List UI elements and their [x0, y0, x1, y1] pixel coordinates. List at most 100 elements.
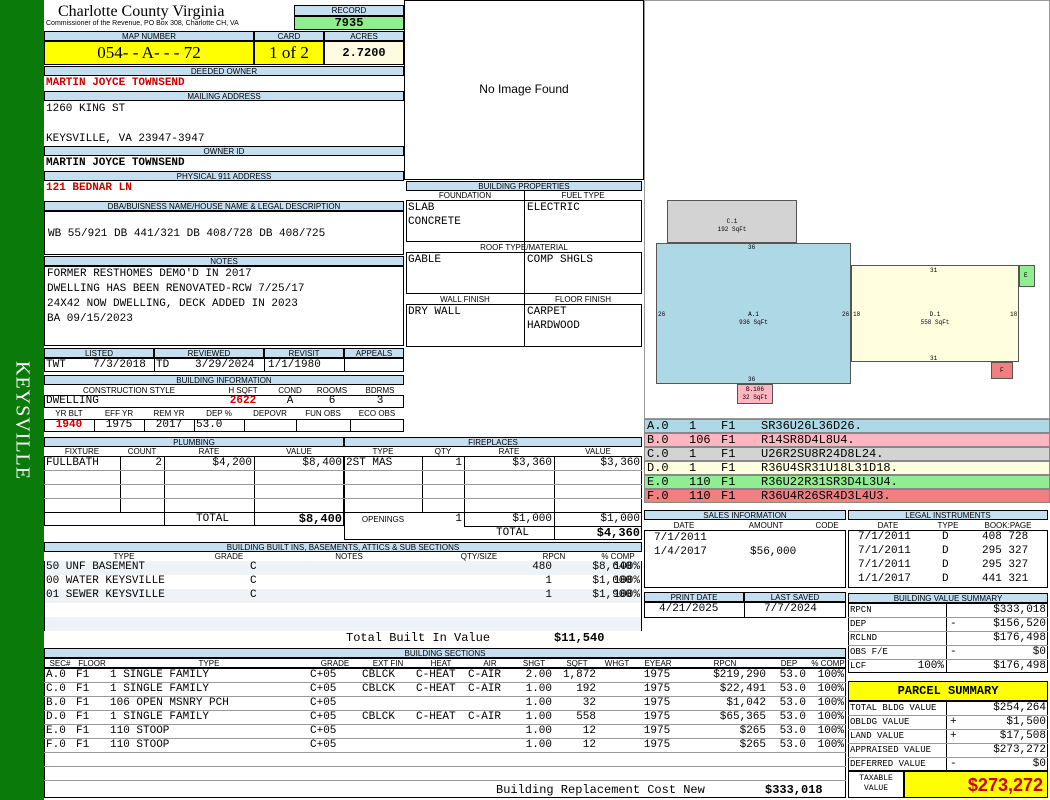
sections-col: TYPE: [198, 659, 220, 668]
bvs-dep-label: DEP: [850, 619, 867, 629]
sketch-b-area: 32 SqFt: [742, 394, 768, 401]
sketch-code-n: 106: [689, 433, 711, 447]
section-row: B.0 F1 106 OPEN MSNRY PCH C+05 1.00 32 1975 $1,…: [44, 697, 846, 711]
sections-col: AIR: [483, 659, 497, 668]
sections-col: GRADE: [320, 659, 350, 668]
listed-date: 7/3/2018: [93, 359, 146, 371]
map-label: MAP NUMBER: [44, 31, 254, 41]
style-label: CONSTRUCTION STYLE: [82, 386, 175, 395]
sketch-code-row: A.0 1 F1 SR36U26L36D26.: [644, 419, 1050, 433]
section-grade: C+05: [310, 697, 337, 709]
section-grade: C+05: [310, 711, 337, 723]
legal-bookpage: 295 327: [982, 545, 1029, 557]
sections-col: SHGT: [522, 659, 546, 668]
taxable-label-line: VALUE: [863, 784, 888, 793]
sections-total-label: Building Replacement Cost New: [496, 783, 705, 797]
card-value: 1 of 2: [254, 41, 324, 65]
fireplace-col: QTY: [434, 447, 452, 456]
foundation-value: CONCRETE: [408, 216, 461, 228]
parcel-obv-label: OBLDG VALUE: [850, 717, 910, 727]
sketch-code-f: F1: [721, 475, 736, 489]
dimension-label: 36: [748, 244, 756, 251]
sections-label: BUILDING SECTIONS: [44, 648, 846, 658]
dimension-label: 18: [853, 311, 861, 318]
reviewed-by: TD: [156, 359, 170, 371]
sketch-code-f: F1: [721, 489, 736, 503]
dimension-label: 31: [930, 267, 938, 274]
bvs-obs: $0: [1032, 646, 1046, 658]
openings-qty: 1: [455, 513, 462, 525]
legal-date: 1/1/2017: [858, 573, 911, 585]
dimension-label: 31: [930, 355, 938, 362]
legal-type: D: [942, 545, 949, 557]
sketch-code-path: R36U4R26SR4D3L4U3.: [761, 489, 891, 503]
county-title: Charlotte County Virginia: [58, 3, 225, 20]
note-line: BA 09/15/2023: [47, 313, 133, 325]
section-heat: C-HEAT: [416, 711, 456, 723]
section-heat: C-HEAT: [416, 683, 456, 695]
section-sqft: 12: [582, 725, 596, 737]
sketch-d-label: D.1: [929, 311, 941, 318]
plumbing-col: COUNT: [127, 447, 157, 456]
sections-col: FLOOR: [78, 659, 106, 668]
sketch-c-label: C.1: [726, 218, 738, 225]
section-dep: 53.0: [779, 669, 806, 681]
builtin-pct: 100%: [613, 561, 640, 573]
dimension-label: 26: [658, 311, 666, 318]
section-type: 110 STOOP: [110, 725, 170, 737]
sketch-code-f: F1: [721, 461, 736, 475]
section-eyear: 1975: [643, 711, 671, 723]
taxable-label: TAXABLE VALUE: [848, 774, 904, 794]
section-grade: C+05: [310, 669, 337, 681]
notes-label: NOTES: [44, 256, 404, 266]
sketch-code-n: 1: [689, 447, 697, 461]
hsqft-value: 2622: [229, 395, 257, 407]
section-heat: C-HEAT: [416, 669, 456, 681]
sections-col: EXT FIN: [372, 659, 404, 668]
dba-label: DBA/BUISNESS NAME/HOUSE NAME & LEGAL DES…: [44, 201, 404, 211]
plumbing-total: $8,400: [298, 512, 342, 526]
building-info-label: BUILDING INFORMATION: [44, 375, 404, 385]
bdrms-label: BDRMS: [365, 386, 395, 395]
section-row: E.0 F1 110 STOOP C+05 1.00 12 1975 $265 53.0 100%: [44, 725, 846, 739]
card-label: CARD: [254, 31, 324, 41]
builtin-grade: C: [250, 575, 257, 587]
section-grade: C+05: [310, 683, 337, 695]
section-type: 110 STOOP: [110, 739, 170, 751]
section-pct: 100%: [817, 739, 844, 751]
legal-date: 7/1/2011: [858, 531, 911, 543]
dba-text: WB 55/921 DB 441/321 DB 408/728 DB 408/7…: [48, 228, 326, 240]
legal-label: LEGAL INSTRUMENTS: [848, 510, 1048, 520]
map-number: 054- - A- - - 72: [44, 41, 254, 65]
no-image-text: No Image Found: [479, 82, 569, 96]
section-eyear: 1975: [643, 683, 671, 695]
section-sec: D.0: [46, 711, 66, 723]
deeded-owner: MARTIN JOYCE TOWNSEND: [46, 77, 185, 89]
sketch-code-path: R36U4SR31U18L31D18.: [761, 461, 898, 475]
section-dep: 53.0: [779, 683, 806, 695]
section-row: D.0 F1 1 SINGLE FAMILY C+05 CBLCK C-HEAT C-AIR…: [44, 711, 846, 725]
sketch-code-code: F.0: [647, 489, 669, 503]
foundation-label: FOUNDATION: [438, 191, 492, 200]
section-rpcn: $22,491: [719, 683, 766, 695]
section-sqft: 12: [582, 739, 596, 751]
fireplaces-label: FIREPLACES: [344, 437, 642, 447]
openings-rate: $1,000: [512, 513, 552, 525]
openings-label: OPENINGS: [361, 515, 405, 524]
appeals-label: APPEALS: [344, 348, 404, 358]
sketch-f-label: F: [1000, 367, 1004, 374]
ecoobs-label: ECO OBS: [358, 409, 396, 418]
openings-value: $1,000: [600, 513, 640, 525]
bvs-lcf: $176,498: [993, 660, 1046, 672]
sketch-code-row: B.0 106 F1 R14SR8D4L8U4.: [644, 433, 1050, 447]
section-rpcn: $65,365: [719, 711, 766, 723]
remyr-label: REM YR: [153, 409, 185, 418]
physical-address: 121 BEDNAR LN: [46, 182, 132, 194]
bvs-obs-label: OBS F/E: [850, 647, 888, 657]
section-pct: 100%: [817, 669, 844, 681]
acres-label: ACRES: [324, 31, 404, 41]
section-pct: 100%: [817, 725, 844, 737]
builtins-col: NOTES: [335, 552, 363, 561]
section-shgt: 1.00: [525, 711, 552, 723]
note-line: DWELLING HAS BEEN RENOVATED-RCW 7/25/17: [47, 283, 305, 295]
